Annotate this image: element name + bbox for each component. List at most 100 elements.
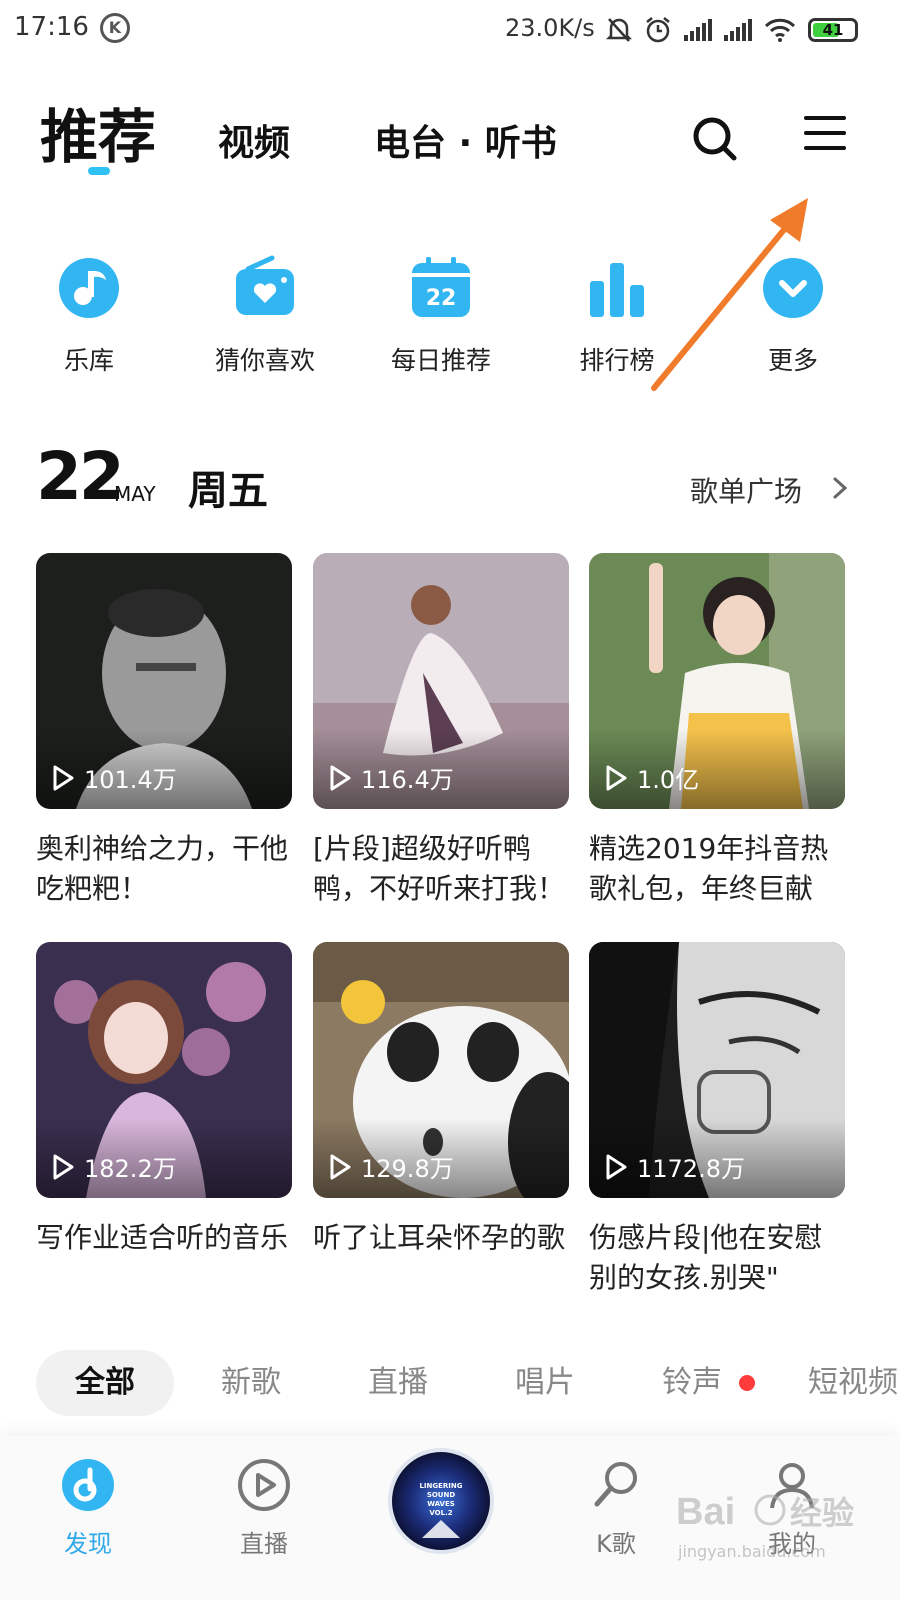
nav-karaoke[interactable]: K歌 <box>546 1456 686 1559</box>
tab-indicator <box>88 167 110 175</box>
signal-icon <box>724 19 752 41</box>
now-playing-disc[interactable]: LINGERING SOUND WAVES VOL.2 <box>388 1448 494 1554</box>
k-badge-icon: K <box>100 13 130 43</box>
menu-icon[interactable] <box>804 116 846 158</box>
status-time: 17:16 <box>14 12 89 42</box>
cover-text: WAVES <box>427 1500 455 1508</box>
entry-guess-you-like[interactable]: 猜你喜欢 <box>190 255 340 377</box>
live-play-icon <box>238 1459 290 1511</box>
network-speed: 23.0K/s <box>505 14 595 42</box>
playlist-card[interactable]: 182.2万 写作业适合听的音乐 <box>36 942 292 1258</box>
chevron-down-icon <box>763 258 823 318</box>
playlist-cover[interactable]: 129.8万 <box>313 942 569 1198</box>
playlist-plaza-link[interactable]: 歌单广场 <box>690 470 802 510</box>
playlist-card[interactable]: 101.4万 奥利神给之力，干他吃粑粑！ <box>36 553 292 909</box>
playlist-card[interactable]: 1172.8万 伤感片段|他在安慰别的女孩.别哭" <box>589 942 845 1298</box>
tab-recommend[interactable]: 推荐 <box>40 90 156 174</box>
baidu-watermark: Bai 经验 jingyan.baidu.com <box>670 1480 890 1580</box>
search-icon[interactable] <box>690 114 740 164</box>
playlist-title[interactable]: 伤感片段|他在安慰别的女孩.别哭" <box>589 1218 845 1298</box>
microphone-icon <box>594 1462 637 1507</box>
play-count: 1.0亿 <box>605 760 699 795</box>
battery-level: 41 <box>822 21 844 39</box>
playlist-title[interactable]: 奥利神给之力，干他吃粑粑！ <box>36 829 292 909</box>
radio-heart-icon <box>236 255 294 315</box>
play-count: 182.2万 <box>52 1149 177 1184</box>
play-icon <box>330 1154 351 1179</box>
playlist-card[interactable]: 116.4万 [片段]超级好听鸭鸭，不好听来打我！ <box>313 553 569 909</box>
watermark-logo: Bai 经验 <box>676 1491 854 1533</box>
playlist-card[interactable]: 1.0亿 精选2019年抖音热歌礼包，年终巨献 <box>589 553 845 909</box>
play-count-text: 129.8万 <box>361 1155 454 1183</box>
nav-live[interactable]: 直播 <box>194 1456 334 1559</box>
cover-text: VOL.2 <box>429 1509 452 1517</box>
playlist-cover[interactable]: 116.4万 <box>313 553 569 809</box>
chip-ringtones[interactable]: 铃声 <box>662 1350 722 1416</box>
status-bar: 17:16 K 23.0K/s 41 <box>0 0 900 64</box>
entry-music-library[interactable]: 乐库 <box>14 255 164 377</box>
category-chips: 全部 新歌 直播 唱片 铃声 短视频 <box>0 1350 900 1420</box>
playlist-cover[interactable]: 1172.8万 <box>589 942 845 1198</box>
calendar-icon: 22 <box>412 257 470 317</box>
playlist-card[interactable]: 129.8万 听了让耳朵怀孕的歌 <box>313 942 569 1258</box>
play-count: 129.8万 <box>329 1149 454 1184</box>
entry-label: 每日推荐 <box>390 346 491 375</box>
playlist-cover[interactable]: 101.4万 <box>36 553 292 809</box>
entry-more[interactable]: 更多 <box>718 255 868 377</box>
daily-header: 22 MAY 周五 歌单广场 <box>0 440 900 520</box>
chip-albums[interactable]: 唱片 <box>515 1350 575 1416</box>
play-count-text: 182.2万 <box>84 1155 177 1183</box>
play-icon <box>53 765 74 790</box>
status-icons: 41 <box>606 14 858 46</box>
chip-all[interactable]: 全部 <box>36 1350 174 1416</box>
chip-new-songs[interactable]: 新歌 <box>221 1350 281 1416</box>
quick-entries: 乐库 猜你喜欢 22 每日推荐 排行榜 更多 <box>0 255 900 385</box>
playlist-title[interactable]: 精选2019年抖音热歌礼包，年终巨献 <box>589 829 845 909</box>
playlist-title[interactable]: 写作业适合听的音乐 <box>36 1218 292 1258</box>
tab-radio-audiobook[interactable]: 电台 · 听书 <box>374 114 557 166</box>
nav-label: 发现 <box>64 1530 112 1558</box>
alarm-icon <box>646 17 670 43</box>
wifi-icon <box>764 18 796 42</box>
signal-icon <box>684 19 712 41</box>
play-count-text: 1172.8万 <box>637 1155 745 1183</box>
chip-short-video[interactable]: 短视频 <box>808 1350 898 1416</box>
discover-icon <box>62 1459 114 1511</box>
battery-icon: 41 <box>808 18 858 42</box>
play-icon <box>53 1154 74 1179</box>
nav-label: K歌 <box>596 1530 636 1558</box>
nav-label: 直播 <box>240 1530 288 1558</box>
chevron-right-icon[interactable] <box>830 476 850 500</box>
play-icon <box>606 765 627 790</box>
tab-video[interactable]: 视频 <box>218 114 290 166</box>
entry-label: 排行榜 <box>579 346 655 375</box>
calendar-day-text: 22 <box>426 286 457 311</box>
play-count: 1172.8万 <box>605 1149 745 1184</box>
play-icon <box>606 1154 627 1179</box>
cover-text: LINGERING <box>419 1482 462 1490</box>
nav-discover[interactable]: 发现 <box>18 1456 158 1559</box>
top-tabs: 推荐 视频 电台 · 听书 <box>0 84 900 194</box>
entry-daily-recommend[interactable]: 22 每日推荐 <box>366 255 516 377</box>
play-icon <box>330 765 351 790</box>
play-count-text: 1.0亿 <box>637 766 700 794</box>
playlist-title[interactable]: [片段]超级好听鸭鸭，不好听来打我！ <box>313 829 569 909</box>
watermark-url: jingyan.baidu.com <box>678 1542 826 1561</box>
date-month: MAY <box>114 482 156 506</box>
watermark-brand-cn: 经验 <box>790 1494 854 1532</box>
play-count: 101.4万 <box>52 760 177 795</box>
cover-text: SOUND <box>427 1491 456 1499</box>
play-count: 116.4万 <box>329 760 454 795</box>
playlist-cover[interactable]: 1.0亿 <box>589 553 845 809</box>
music-note-icon <box>59 258 119 318</box>
entry-charts[interactable]: 排行榜 <box>542 255 692 377</box>
date-weekday: 周五 <box>188 468 268 514</box>
chart-bars-icon <box>590 263 644 317</box>
entry-label: 猜你喜欢 <box>214 346 315 375</box>
entry-label: 更多 <box>767 346 818 375</box>
chip-live[interactable]: 直播 <box>368 1350 428 1416</box>
playlist-cover[interactable]: 182.2万 <box>36 942 292 1198</box>
playlist-title[interactable]: 听了让耳朵怀孕的歌 <box>313 1218 569 1258</box>
new-dot-badge <box>739 1375 755 1391</box>
date-day: 22 <box>36 438 125 515</box>
